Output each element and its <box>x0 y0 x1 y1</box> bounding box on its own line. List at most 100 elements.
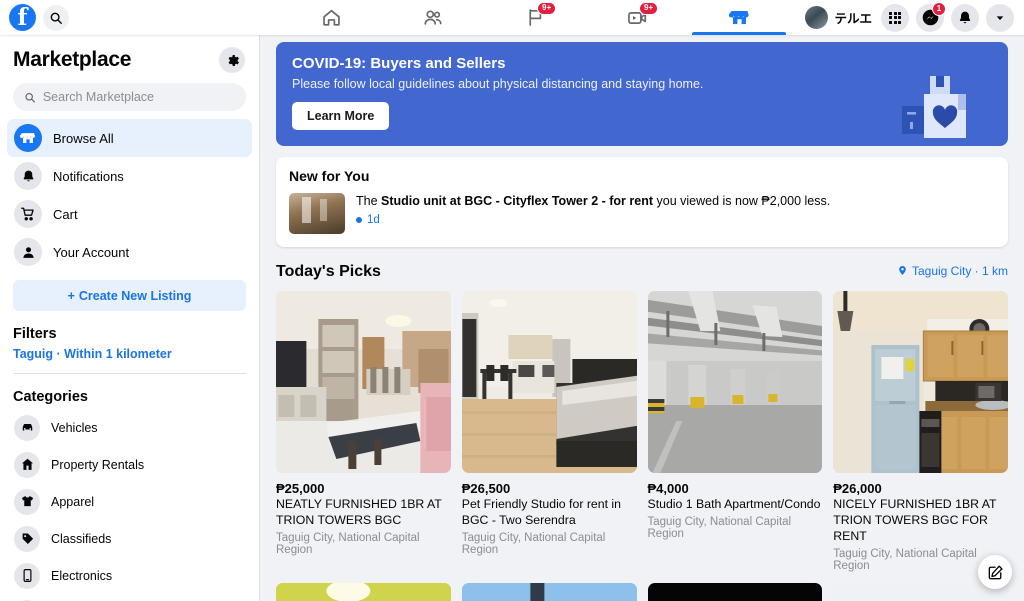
marketplace-settings-button[interactable] <box>219 47 245 73</box>
marketplace-sidebar: Marketplace Browse All <box>0 35 260 601</box>
category-item-property-rentals[interactable]: Property Rentals <box>7 446 252 483</box>
facebook-logo[interactable] <box>9 4 36 31</box>
marketplace-icon <box>14 124 42 152</box>
topnav-tabs: 9+ 9+ <box>280 0 790 35</box>
avatar <box>805 6 828 29</box>
window-sky-image <box>462 583 637 601</box>
unread-dot-icon <box>356 217 362 223</box>
new-for-you-item[interactable]: The Studio unit at BGC - Cityflex Tower … <box>289 193 995 234</box>
person-icon <box>14 238 42 266</box>
category-item-electronics[interactable]: Electronics <box>7 557 252 594</box>
living-room-image <box>276 291 451 473</box>
marketplace-icon <box>729 7 750 28</box>
profile-chip[interactable]: テルエ <box>805 6 872 29</box>
studio-image <box>462 291 637 473</box>
listing-card[interactable]: ₱26,500 Pet Friendly Studio for rent in … <box>462 291 637 572</box>
messenger-button[interactable]: 1 <box>916 4 944 32</box>
page-title: Marketplace <box>13 48 131 72</box>
category-label: Classifieds <box>51 532 111 546</box>
search-icon <box>49 11 63 25</box>
new-for-you-timestamp: 1d <box>356 214 830 226</box>
watch-badge: 9+ <box>639 2 658 15</box>
sidebar-header: Marketplace <box>0 35 259 73</box>
categories-heading: Categories <box>0 374 259 405</box>
listing-card[interactable]: ₱4,000 Studio 1 Bath Apartment/Condo Tag… <box>648 291 823 572</box>
location-filter[interactable]: Taguig City · 1 km <box>897 264 1008 278</box>
sidebar-item-browse-all[interactable]: Browse All <box>7 119 252 157</box>
covid-banner: COVID-19: Buyers and Sellers Please foll… <box>276 42 1008 146</box>
nav-tab-marketplace[interactable] <box>688 0 790 35</box>
new-for-you-text: The Studio unit at BGC - Cityflex Tower … <box>356 193 830 210</box>
sidebar-item-label: Cart <box>53 207 78 222</box>
listing-image <box>462 583 637 601</box>
category-label: Electronics <box>51 569 112 583</box>
notifications-button[interactable] <box>951 4 979 32</box>
listing-image <box>833 583 1008 601</box>
messenger-badge: 1 <box>932 2 946 16</box>
listing-location: Taguig City, National Capital Region <box>648 516 823 540</box>
grid-icon <box>889 12 901 24</box>
category-item-vehicles[interactable]: Vehicles <box>7 409 252 446</box>
category-item-apparel[interactable]: Apparel <box>7 483 252 520</box>
topnav-right: テルエ 1 <box>790 4 1024 32</box>
category-label: Property Rentals <box>51 458 144 472</box>
listing-name: Studio unit at BGC - Cityflex Tower 2 - … <box>381 194 653 208</box>
topnav-left <box>0 4 280 31</box>
home-icon <box>321 7 342 28</box>
listing-location: Taguig City, National Capital Region <box>276 532 451 556</box>
category-item-classifieds[interactable]: Classifieds <box>7 520 252 557</box>
listing-image <box>462 291 637 473</box>
sidebar-item-label: Browse All <box>53 131 114 146</box>
listings-grid: ₱25,000 NEATLY FURNISHED 1BR AT TRION TO… <box>276 291 1008 572</box>
sidebar-item-notifications[interactable]: Notifications <box>7 157 252 195</box>
phone-icon <box>14 563 40 589</box>
listing-card[interactable] <box>276 583 451 601</box>
new-for-you-heading: New for You <box>289 168 995 184</box>
listing-card[interactable] <box>462 583 637 601</box>
house-icon <box>14 452 40 478</box>
listings-grid-row-2 <box>276 583 1008 601</box>
listing-price: ₱26,000 <box>833 481 1008 496</box>
sidebar-item-cart[interactable]: Cart <box>7 195 252 233</box>
apps-button[interactable] <box>881 4 909 32</box>
learn-more-button[interactable]: Learn More <box>292 102 389 130</box>
nav-tab-home[interactable] <box>280 0 382 35</box>
nav-tab-watch[interactable]: 9+ <box>586 0 688 35</box>
sidebar-item-your-account[interactable]: Your Account <box>7 233 252 271</box>
bell-icon <box>957 10 973 26</box>
create-new-listing-button[interactable]: + Create New Listing <box>13 280 246 311</box>
sidebar-nav-list: Browse All Notifications Cart <box>0 119 259 271</box>
search-button[interactable] <box>43 5 69 31</box>
category-item-entertainment[interactable]: Entertainment <box>7 594 252 601</box>
sidebar-item-label: Notifications <box>53 169 124 184</box>
listing-card[interactable] <box>833 583 1008 601</box>
account-menu-button[interactable] <box>986 4 1014 32</box>
top-navigation-bar: 9+ 9+ テルエ <box>0 0 1024 35</box>
search-input[interactable] <box>43 90 235 104</box>
listing-location: Taguig City, National Capital Region <box>462 532 637 556</box>
green-ceiling-image <box>276 583 451 601</box>
nav-tab-groups[interactable]: 9+ <box>484 0 586 35</box>
sidebar-search-box[interactable] <box>13 83 246 111</box>
filters-value[interactable]: Taguig · Within 1 kilometer <box>0 342 259 361</box>
compose-listing-button[interactable] <box>978 555 1012 589</box>
todays-picks-header: Today's Picks Taguig City · 1 km <box>276 263 1008 281</box>
bell-icon <box>14 162 42 190</box>
create-listing-label: Create New Listing <box>79 289 192 303</box>
city-skyline-image <box>833 583 1008 601</box>
listing-thumbnail <box>289 193 345 234</box>
listing-card[interactable]: ₱25,000 NEATLY FURNISHED 1BR AT TRION TO… <box>276 291 451 572</box>
listing-card[interactable] <box>648 583 823 601</box>
todays-picks-heading: Today's Picks <box>276 263 381 281</box>
listing-title: Pet Friendly Studio for rent in BGC - Tw… <box>462 497 637 529</box>
listing-card[interactable]: ₱26,000 NICELY FURNISHED 1BR AT TRION TO… <box>833 291 1008 572</box>
sidebar-item-label: Your Account <box>53 245 129 260</box>
nav-tab-friends[interactable] <box>382 0 484 35</box>
covid-banner-subtitle: Please follow local guidelines about phy… <box>292 77 992 91</box>
new-for-you-card: New for You The Studio unit at BGC - Cit… <box>276 157 1008 247</box>
groups-badge: 9+ <box>537 2 556 15</box>
tshirt-icon <box>14 489 40 515</box>
location-label: Taguig City · 1 km <box>912 264 1008 278</box>
category-label: Apparel <box>51 495 94 509</box>
filters-heading: Filters <box>0 311 259 342</box>
